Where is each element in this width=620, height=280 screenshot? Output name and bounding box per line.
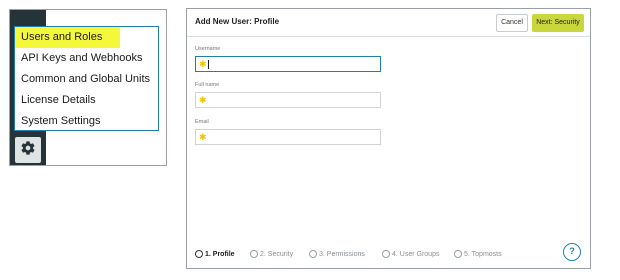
radio-circle-icon [250,250,258,258]
menu-item-system-settings[interactable]: System Settings [15,111,158,132]
dialog-title: Add New User: Profile [195,17,280,26]
step-label: 3. Permissions [319,250,365,258]
radio-circle-icon [195,250,203,258]
step-profile[interactable]: 1. Profile [195,247,235,261]
step-security[interactable]: 2. Security [250,247,293,261]
settings-button[interactable] [15,137,41,163]
step-label: 1. Profile [205,250,235,258]
required-icon: ✱ [199,95,207,105]
username-label: Username [195,46,221,52]
menu-item-users-and-roles[interactable]: Users and Roles [15,27,120,48]
step-topmosts[interactable]: 5. Topmosts [454,247,502,261]
step-label: 4. User Groups [392,250,440,258]
step-permissions[interactable]: 3. Permissions [309,247,365,261]
username-field[interactable]: ✱ [195,56,381,72]
add-user-dialog: Add New User: Profile Cancel Next: Secur… [186,8,591,269]
settings-dropdown-menu: Users and Roles API Keys and Webhooks Co… [14,26,159,131]
email-label: Email [195,119,209,125]
help-button[interactable]: ? [563,243,581,261]
wizard-stepper: 1. Profile 2. Security 3. Permissions 4.… [195,247,515,261]
question-mark-icon: ? [569,246,575,256]
required-icon: ✱ [199,132,207,142]
menu-item-api-keys-and-webhooks[interactable]: API Keys and Webhooks [15,48,158,69]
email-field[interactable]: ✱ [195,129,381,145]
step-label: 5. Topmosts [464,250,502,258]
next-security-button[interactable]: Next: Security [532,14,584,32]
required-icon: ✱ [199,59,207,69]
full-name-field[interactable]: ✱ [195,92,381,108]
menu-item-common-and-global-units[interactable]: Common and Global Units [15,69,158,90]
cancel-button[interactable]: Cancel [496,14,528,32]
settings-menu-panel: Users and Roles API Keys and Webhooks Co… [9,9,167,166]
text-cursor [208,60,209,69]
step-label: 2. Security [260,250,294,258]
radio-circle-icon [454,250,462,258]
dialog-header: Add New User: Profile Cancel Next: Secur… [187,9,590,37]
full-name-label: Full name [195,82,220,88]
menu-item-license-details[interactable]: License Details [15,90,158,111]
radio-circle-icon [309,250,317,258]
gear-icon [20,140,36,161]
radio-circle-icon [382,250,390,258]
step-user-groups[interactable]: 4. User Groups [382,247,439,261]
